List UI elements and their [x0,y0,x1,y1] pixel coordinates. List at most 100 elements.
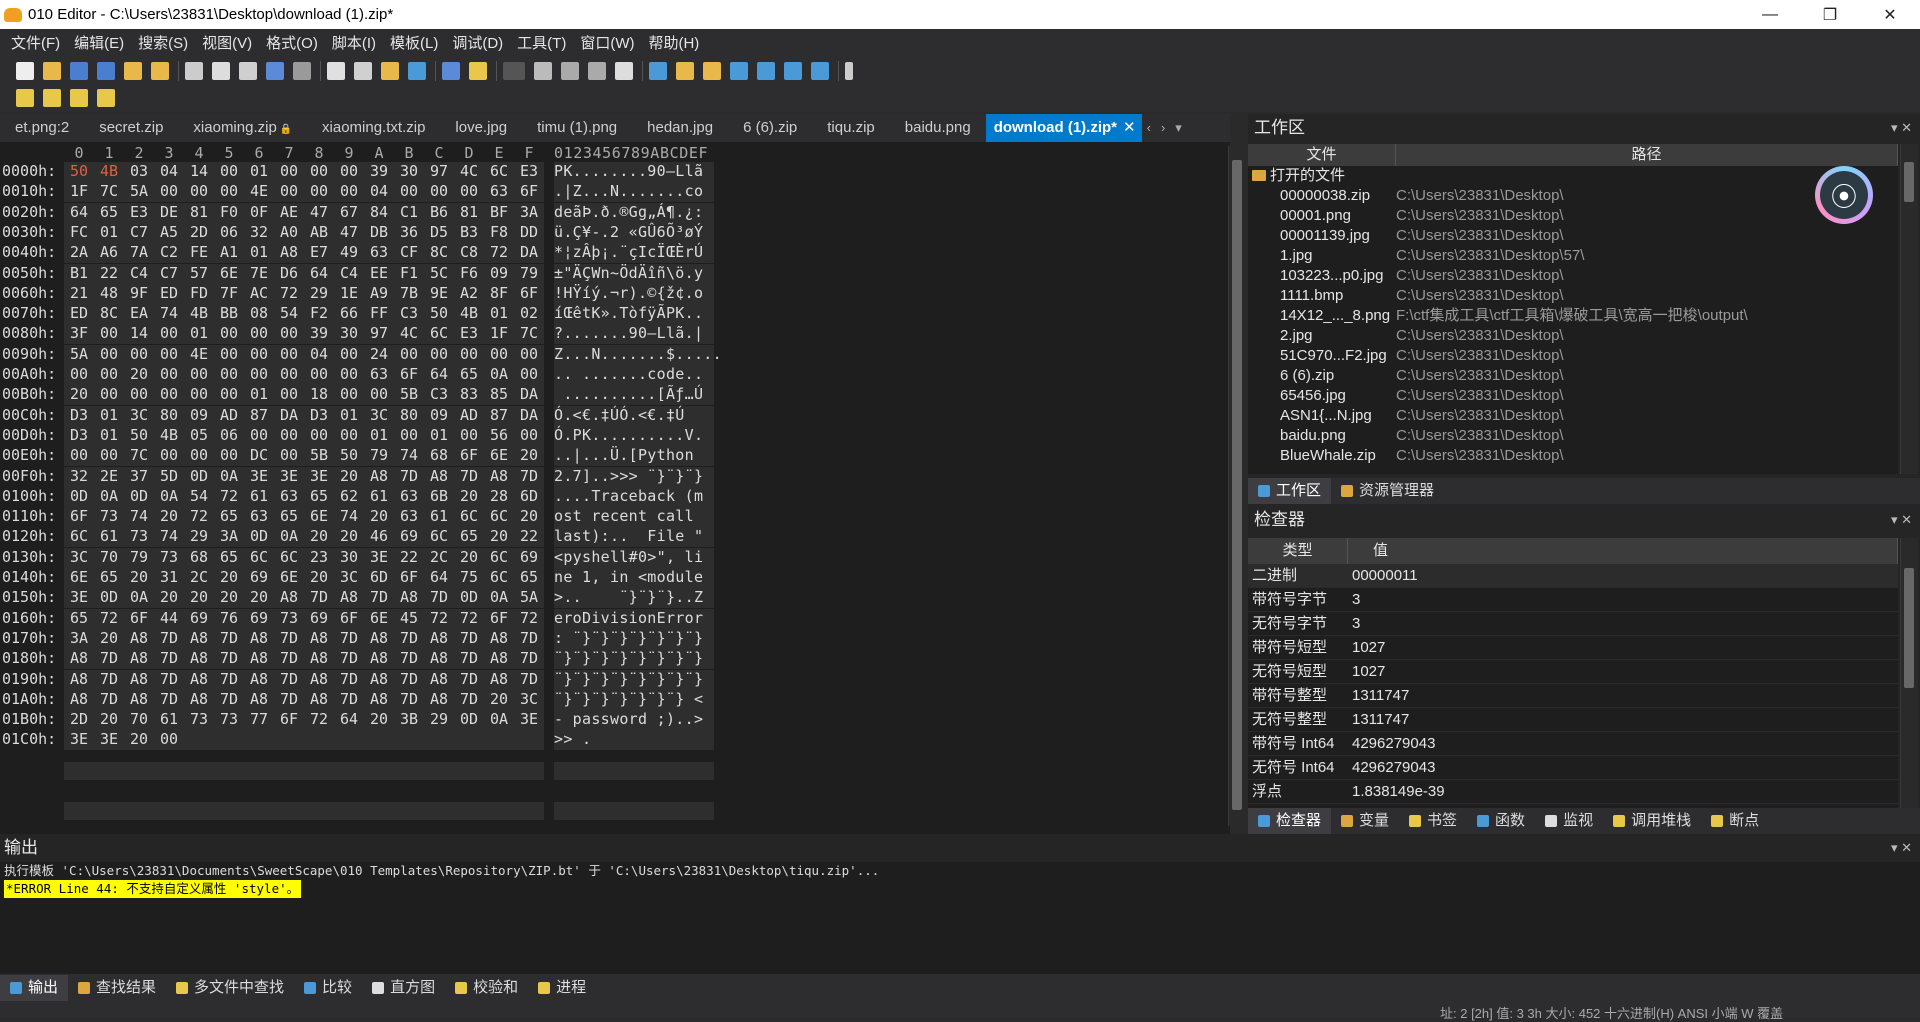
hex-byte[interactable]: B6 [424,203,454,223]
hex-byte[interactable]: 65 [214,507,244,527]
hex-byte[interactable]: 6C [484,568,514,588]
workspace-file-row[interactable]: 00000038.zip C:\Users\23831\Desktop\ [1248,186,1898,206]
hex-byte[interactable]: 72 [424,609,454,629]
hex-byte[interactable]: 2D [64,710,94,730]
file-tab[interactable]: tiqu.zip [812,114,890,142]
compare-icon[interactable] [676,62,694,80]
folder-icon[interactable] [124,62,142,80]
hex-byte[interactable]: FC [64,223,94,243]
hex-byte[interactable]: 65 [454,527,484,547]
hex-byte[interactable]: 7D [514,629,544,649]
hex-byte[interactable]: 01 [244,162,274,182]
hex-byte[interactable]: 7D [394,670,424,690]
hex-byte[interactable]: 00 [184,385,214,405]
hex-byte[interactable]: 00 [154,385,184,405]
hex-byte[interactable]: 0D [94,588,124,608]
hex-byte[interactable]: 7D [94,649,124,669]
hex-byte[interactable]: 1F [484,324,514,344]
hex-byte[interactable]: A8 [364,467,394,487]
hex-byte[interactable]: 97 [424,162,454,182]
inspector-row[interactable]: 浮点 1.838149e-39 [1248,780,1898,804]
panel-tab[interactable]: 检查器 [1248,808,1332,834]
hex-byte[interactable]: 03 [124,162,154,182]
hex-byte[interactable]: A8 [304,670,334,690]
menu-item[interactable]: 调试(D) [445,32,510,53]
hex-byte[interactable]: 2E [94,467,124,487]
menu-item[interactable]: 脚本(I) [325,32,383,53]
hex-byte[interactable]: A8 [244,690,274,710]
pilcrow-icon[interactable] [561,62,579,80]
ascii-text[interactable]: last):.. File " [554,527,714,548]
template-icon[interactable] [442,62,460,80]
hex-byte[interactable]: 4E [244,182,274,202]
hex-row[interactable]: 00A0h: 00 00 20 00 00 00 00 00 00 00 63 6F 64 65 0A 00..… [0,365,714,385]
workspace-file-row[interactable]: 00001.png C:\Users\23831\Desktop\ [1248,206,1898,226]
hex-byte[interactable]: 4C [394,324,424,344]
hex-bytes[interactable]: 3F 00 14 00 01 00 00 00 39 30 97 4C 6C E3 1F 7C [64,324,544,345]
hex-byte[interactable]: 64 [334,710,364,730]
hex-byte[interactable]: 00 [94,385,124,405]
hex-byte[interactable]: 00 [154,182,184,202]
hex-byte[interactable]: 6D [364,568,394,588]
tab-prev-icon[interactable]: ‹ [1142,114,1156,142]
hex-byte[interactable]: 6E [214,264,244,284]
hex-byte[interactable]: 70 [94,548,124,568]
hex-byte[interactable]: 48 [94,284,124,304]
hex-byte[interactable]: 23 [304,548,334,568]
open-folder-icon[interactable] [151,62,169,80]
hex-byte[interactable]: 20 [304,527,334,547]
ascii-text[interactable]: eroDivisionError [554,608,714,629]
hex-byte[interactable]: 01 [424,426,454,446]
hex-byte[interactable]: 20 [154,588,184,608]
base-convert-icon[interactable] [811,62,829,80]
hex-byte[interactable]: 50 [424,304,454,324]
hex-editor[interactable]: 0123456789ABCDEF 0123456789ABCDEF 0000h:… [0,142,1244,834]
hex-byte[interactable]: ED [64,304,94,324]
hex-byte[interactable]: A8 [364,690,394,710]
hex-byte[interactable]: 80 [154,406,184,426]
inspector-row[interactable]: 无符号短型 1027 [1248,660,1898,684]
workspace-file-row[interactable]: 65456.jpg C:\Users\23831\Desktop\ [1248,386,1898,406]
hex-byte[interactable]: A8 [184,670,214,690]
menu-item[interactable]: 搜索(S) [131,32,195,53]
hex-byte[interactable]: 14 [184,162,214,182]
hex-byte[interactable]: 20 [484,690,514,710]
hex-byte[interactable]: 79 [124,548,154,568]
hex-byte[interactable]: 24 [364,345,394,365]
hex-byte[interactable]: 7D [514,670,544,690]
hex-byte[interactable]: 3E [274,467,304,487]
hex-row[interactable]: 0050h: B1 22 C4 C7 57 6E 7E D6 64 C4 EE F1 5C F6 09 79 ±"… [0,263,714,284]
workspace-file-row[interactable]: 6 (6).zip C:\Users\23831\Desktop\ [1248,366,1898,386]
hex-byte[interactable]: 6C [484,507,514,527]
hex-byte[interactable]: 75 [454,568,484,588]
ascii-text[interactable]: 2.7]..>>> ¨}¨}¨} [554,466,714,487]
hex-byte[interactable]: 0A [124,588,154,608]
hex-byte[interactable]: A8 [304,649,334,669]
hex-byte[interactable]: 30 [334,324,364,344]
hex-byte[interactable]: 00 [274,365,304,385]
undo-icon[interactable] [266,62,284,80]
hex-byte[interactable]: D3 [64,406,94,426]
inspector-row[interactable]: 无符号字节 3 [1248,612,1898,636]
hex-byte[interactable]: 69 [184,609,214,629]
hex-byte[interactable]: 56 [484,426,514,446]
hex-byte[interactable]: 2A [64,243,94,263]
ascii-text[interactable]: ..........[Ãƒ…Ú [554,385,714,406]
hex-byte[interactable]: 76 [214,609,244,629]
workspace-file-row[interactable]: 103223...p0.jpg C:\Users\23831\Desktop\ [1248,266,1898,286]
hex-byte[interactable]: 54 [274,304,304,324]
hex-bytes[interactable]: 20 00 00 00 00 00 01 00 18 00 00 5B C3 83 85 DA [64,385,544,406]
panel-tab[interactable]: 调用堆栈 [1603,808,1701,834]
hex-byte[interactable]: 00 [334,365,364,385]
panel-controls[interactable]: ▾ ✕ [1891,508,1912,532]
hex-byte[interactable]: 70 [124,710,154,730]
file-tab[interactable]: baidu.png [890,114,986,142]
hex-byte[interactable]: 6C [484,548,514,568]
hex-byte[interactable]: B1 [64,264,94,284]
hex-byte[interactable]: 73 [94,507,124,527]
hex-byte[interactable]: 20 [124,365,154,385]
hex-byte[interactable]: 20 [454,548,484,568]
paste-icon[interactable] [239,62,257,80]
inspector-scrollbar[interactable] [1900,538,1918,816]
hex-byte[interactable]: A8 [304,629,334,649]
